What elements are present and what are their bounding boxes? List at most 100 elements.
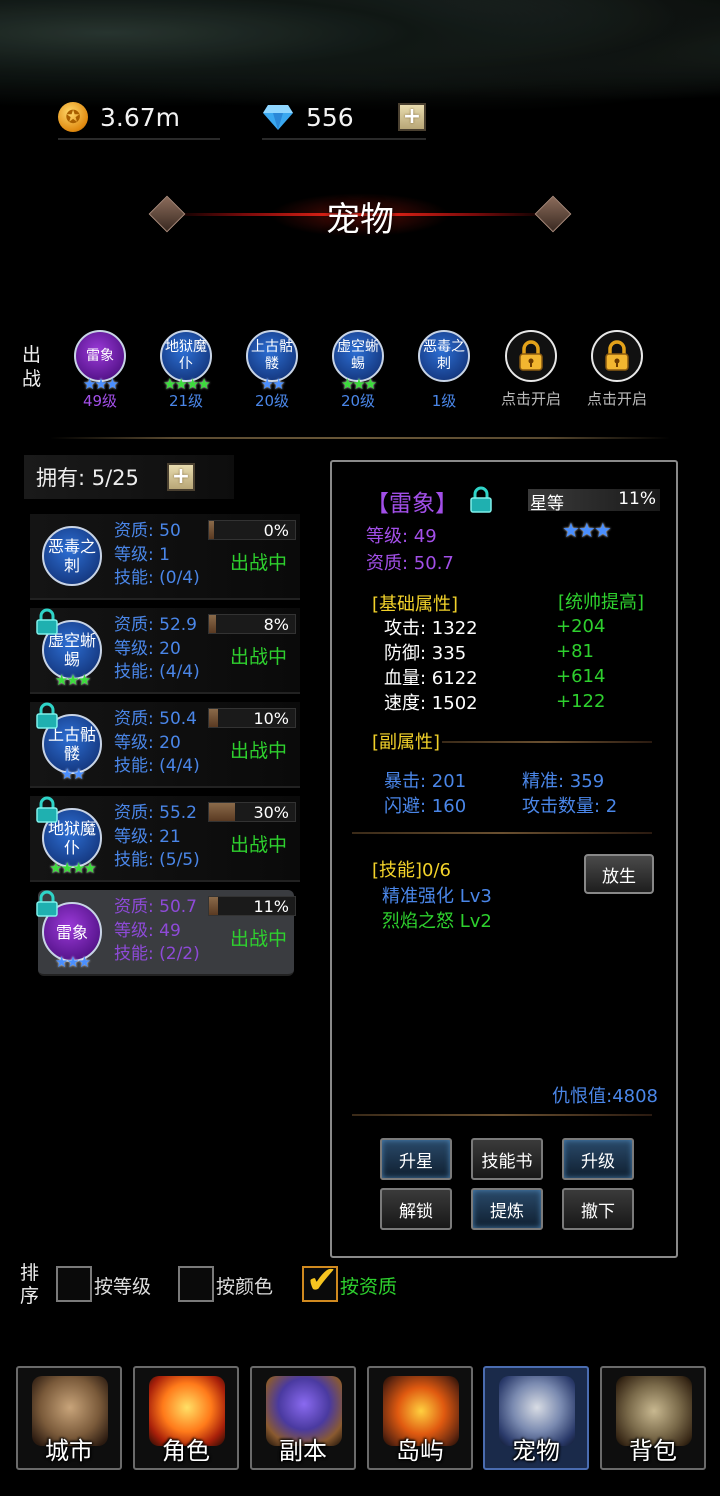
nav-label: 角色 (162, 1437, 210, 1465)
add-diamond-button[interactable]: + (398, 103, 426, 131)
pet-list-item[interactable]: 上古骷髅 ★★ 资质: 50.4 等级: 20 技能: (4/4) 10% 出战中 (30, 702, 300, 788)
sort-by-color-label[interactable]: 按颜色 (216, 1272, 273, 1299)
nav-label: 副本 (279, 1437, 327, 1465)
pet-quality: 资质: 52.9 (114, 615, 197, 635)
pet-level: 等级: 49 (114, 920, 181, 941)
nav-backpack-button[interactable]: 背包 (600, 1366, 706, 1470)
sort-by-level-checkbox[interactable] (56, 1266, 92, 1302)
nav-label: 城市 (45, 1437, 93, 1465)
release-pet-button[interactable]: 放生 (584, 854, 654, 894)
pet-avatar-name: 雷象 (55, 922, 88, 942)
star-rating-icon: ★★ (260, 375, 286, 393)
star-progress-bar: 8% (208, 614, 296, 634)
deploy-slot[interactable]: 雷象 ★★★ 49级 (55, 330, 145, 411)
star-rating-icon: ★★★ (82, 375, 119, 393)
skills-header: [技能]0/6 (372, 860, 452, 881)
progress-percent: 0% (263, 521, 289, 540)
nav-pet-button[interactable]: 宠物 (483, 1366, 589, 1470)
pet-level: 49级 (82, 392, 118, 410)
lock-icon (34, 796, 60, 828)
pet-skills: 技能: (2/2) (114, 944, 200, 964)
pet-stats: 资质: 50.4 等级: 20 技能: (4/4) (114, 708, 200, 779)
base-stat: 攻击: 1322 (384, 618, 478, 639)
pet-detail-stars: ★★★ (562, 518, 612, 542)
page-title: 宠物 (326, 200, 394, 240)
add-pet-slot-button[interactable]: + (166, 463, 195, 491)
pet-skills: 技能: (5/5) (114, 850, 200, 870)
pet-list-item[interactable]: 虚空蜥蜴 ★★★ 资质: 52.9 等级: 20 技能: (4/4) 8% 出战中 (30, 608, 300, 694)
deploy-slot[interactable]: 上古骷髅 ★★ 20级 (227, 330, 317, 411)
pet-list-item[interactable]: 雷象 ★★★ 资质: 50.7 等级: 49 技能: (2/2) 11% 出战中 (36, 890, 296, 976)
refine-button[interactable]: 提炼 (471, 1188, 543, 1230)
base-stat: 防御: 335 (384, 643, 467, 664)
nav-dungeon-button[interactable]: 副本 (250, 1366, 356, 1470)
pet-level: 20级 (254, 392, 290, 410)
base-stat: 速度: 1502 (384, 693, 478, 714)
locked-slot[interactable]: 点击开启 (486, 330, 576, 409)
pet-level: 20级 (340, 392, 376, 410)
star-progress-bar: 星等 11% (528, 489, 660, 514)
progress-percent: 8% (263, 615, 289, 634)
progress-fill (209, 615, 216, 633)
lock-icon[interactable] (468, 486, 494, 518)
star-rating-icon: ★★★ (54, 671, 91, 689)
sub-attributes-header: [副属性] (372, 732, 441, 753)
deployed-status: 出战中 (230, 740, 288, 762)
progress-fill (209, 803, 235, 821)
skill-item: 烈焰之怒 Lv2 (382, 911, 492, 932)
pet-avatar-name: 上古骷髅 (251, 339, 293, 372)
star-up-button[interactable]: 升星 (380, 1138, 452, 1180)
sub-stat: 攻击数量: 2 (522, 796, 618, 817)
pet-skills: 技能: (4/4) (114, 756, 200, 776)
lock-icon (34, 702, 60, 734)
progress-percent: 30% (253, 803, 289, 822)
unlock-button[interactable]: 解锁 (380, 1188, 452, 1230)
deploy-slot[interactable]: 恶毒之刺 1级 (399, 330, 489, 411)
pet-detail-name: 【雷象】 (366, 491, 458, 517)
sort-by-quality-checkbox[interactable]: ✔ (302, 1260, 338, 1302)
level-up-button[interactable]: 升级 (562, 1138, 634, 1180)
pet-stats: 资质: 50.7 等级: 49 技能: (2/2) (114, 896, 200, 967)
nav-label: 背包 (629, 1437, 677, 1465)
deploy-label: 出战 (22, 344, 42, 390)
gold-amount: 3.67m (100, 102, 181, 132)
deploy-slot[interactable]: 地狱魔仆 ★★★★ 21级 (141, 330, 231, 411)
pet-avatar-name: 地狱魔仆 (165, 339, 207, 372)
owned-count: 拥有: 5/25 (36, 466, 139, 490)
pet-quality: 资质: 50.7 (114, 897, 197, 917)
progress-percent: 11% (253, 897, 289, 916)
deploy-slot[interactable]: 虚空蜥蜴 ★★★ 20级 (313, 330, 403, 411)
diamond-icon (262, 102, 294, 132)
base-attributes-header: [基础属性] (372, 594, 459, 615)
pet-avatar: 恶毒之刺 (42, 526, 102, 586)
pet-avatar: 恶毒之刺 (418, 330, 470, 382)
sort-label: 排序 (20, 1262, 40, 1307)
pet-quality: 资质: 50 (114, 521, 181, 541)
pet-level: 等级: 20 (114, 732, 181, 753)
nav-city-button[interactable]: 城市 (16, 1366, 122, 1470)
pet-list-item[interactable]: 恶毒之刺 资质: 50 等级: 1 技能: (0/4) 0% 出战中 (30, 514, 300, 600)
locked-slot-caption: 点击开启 (500, 390, 561, 408)
nav-label: 宠物 (512, 1437, 560, 1465)
sort-by-level-label[interactable]: 按等级 (94, 1272, 151, 1299)
pet-level: 21级 (168, 392, 204, 410)
skill-book-button[interactable]: 技能书 (471, 1138, 543, 1180)
nav-character-button[interactable]: 角色 (133, 1366, 239, 1470)
progress-fill (209, 897, 219, 915)
base-stat: 血量: 6122 (384, 668, 478, 689)
withdraw-button[interactable]: 撤下 (562, 1188, 634, 1230)
pet-list-item[interactable]: 地狱魔仆 ★★★★ 资质: 55.2 等级: 21 技能: (5/5) 30% 出战中 (30, 796, 300, 882)
star-grade-percent: 11% (618, 489, 656, 509)
page-title-bar: 宠物 (148, 188, 572, 240)
star-rating-icon: ★★★ (54, 953, 91, 971)
sub-stat: 精准: 359 (522, 771, 605, 792)
locked-slot[interactable]: 点击开启 (572, 330, 662, 409)
stat-bonus: +614 (556, 666, 606, 687)
pet-skills: 技能: (4/4) (114, 662, 200, 682)
pet-avatar: 上古骷髅 ★★ (246, 330, 298, 392)
nav-island-button[interactable]: 岛屿 (367, 1366, 473, 1470)
lock-icon (34, 890, 60, 922)
sort-by-color-checkbox[interactable] (178, 1266, 214, 1302)
sort-by-quality-label[interactable]: 按资质 (340, 1272, 397, 1299)
star-progress-bar: 11% (208, 896, 296, 916)
